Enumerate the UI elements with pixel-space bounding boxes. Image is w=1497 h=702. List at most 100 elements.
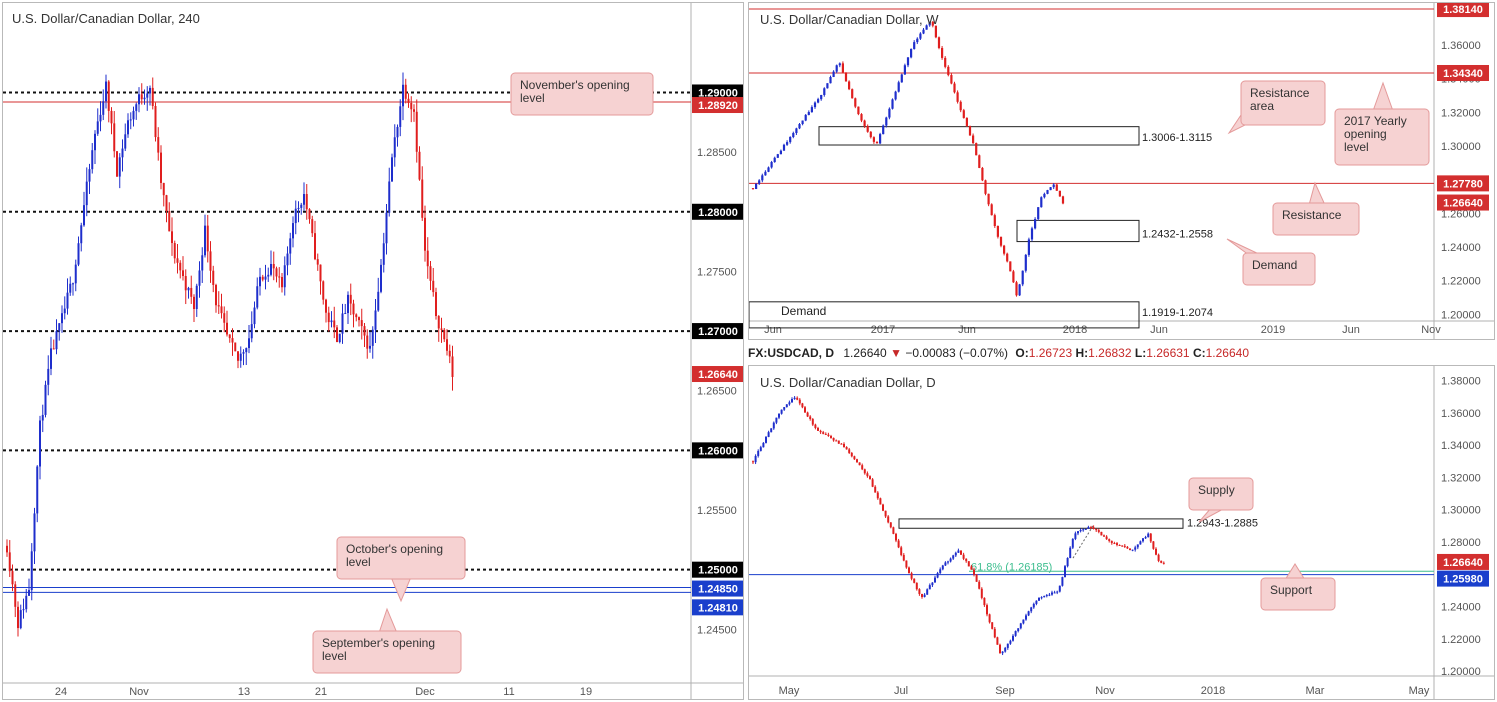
candle-body	[270, 263, 272, 275]
candle-body	[184, 276, 187, 291]
price-change: −0.00083 (−0.07%)	[905, 346, 1009, 360]
candle-body	[193, 296, 195, 309]
candle-body	[863, 469, 866, 474]
candle-body	[785, 404, 788, 408]
candle-body	[437, 316, 440, 329]
y-tick-label: 1.38000	[1441, 376, 1481, 388]
demand-low-zone-label: 1.1919-1.2074	[1142, 307, 1213, 319]
candle-body	[1012, 271, 1015, 283]
candle-body	[832, 437, 835, 441]
price-tag-12598: 1.25980	[1443, 574, 1483, 586]
candle-body	[990, 204, 993, 216]
candle-body	[856, 459, 858, 463]
weekly-chart-panel[interactable]: 1.360001.340001.320001.300001.260001.240…	[748, 2, 1495, 340]
candle-body	[74, 264, 77, 284]
candle-body	[58, 323, 61, 332]
demand-callout-text: Demand	[1252, 258, 1297, 272]
supply-zone-label: 1.2943-1.2885	[1187, 517, 1258, 529]
weekly-chart[interactable]: 1.360001.340001.320001.300001.260001.240…	[749, 3, 1494, 339]
candle-body	[921, 593, 923, 597]
candle-body	[1144, 537, 1147, 539]
candle-body	[840, 443, 843, 445]
candle-body	[923, 594, 926, 597]
candle-body	[888, 108, 891, 118]
candle-body	[879, 134, 882, 144]
candle-body	[1038, 597, 1040, 601]
candle-body	[374, 310, 377, 330]
candle-body	[69, 283, 72, 293]
candle-body	[149, 87, 151, 94]
candle-body	[377, 291, 380, 311]
candle-body	[869, 131, 872, 138]
candle-body	[826, 83, 829, 89]
candle-body	[1034, 219, 1037, 229]
daily-chart-panel[interactable]: 1.38000 1.36000 1.34000 1.32000 1.30000 1.280…	[748, 365, 1495, 700]
candle-body	[382, 243, 385, 265]
daily-info-bar: FX:USDCAD, D 1.26640 ▼ −0.00083 (−0.07%)…	[748, 342, 1249, 364]
candle-body	[931, 582, 934, 586]
candle-body	[1116, 543, 1118, 545]
candle-body	[138, 94, 140, 105]
candle-body	[1027, 239, 1030, 255]
candle-body	[823, 88, 826, 96]
candle-body	[857, 106, 860, 115]
candle-body	[443, 329, 446, 340]
candle-body	[94, 133, 96, 151]
candle-body	[915, 582, 918, 590]
resistance-area-zone-label: 1.3006-1.3115	[1142, 132, 1212, 144]
x-tick-label: 2017	[871, 324, 895, 336]
candle-body	[388, 181, 391, 213]
candle-body	[835, 65, 838, 72]
h4-chart[interactable]: 1.28500 1.27500 1.25500 1.24500 1.26500 24 Nov…	[3, 3, 743, 699]
price-tag-12664: 1.26640	[1443, 557, 1483, 569]
candle-body	[228, 334, 231, 339]
october-callout-text: level	[346, 555, 371, 569]
candle-body	[1049, 187, 1052, 191]
candle-body	[798, 399, 801, 404]
candle-body	[1147, 533, 1150, 538]
candle-body	[988, 614, 991, 623]
candle-body	[844, 72, 848, 82]
candle-body	[1014, 631, 1017, 636]
candle-body	[758, 180, 761, 184]
candle-body	[151, 87, 154, 106]
candle-body	[272, 263, 275, 269]
candle-body	[396, 126, 399, 138]
daily-chart[interactable]: 1.38000 1.36000 1.34000 1.32000 1.30000 1.280…	[749, 366, 1494, 699]
resistance-area-callout-text: Resistance	[1250, 86, 1310, 100]
candle-body	[217, 305, 220, 307]
candle-body	[215, 284, 217, 306]
candle-body	[429, 266, 432, 281]
low-value: 1.26631	[1146, 346, 1190, 360]
candle-body	[913, 42, 916, 50]
price-tag-12481: 1.24810	[698, 602, 738, 614]
candle-body	[88, 169, 91, 182]
candle-body	[1152, 541, 1155, 549]
november-callout-text: level	[520, 91, 545, 105]
candle-body	[762, 442, 765, 448]
candle-body	[872, 137, 875, 142]
h4-chart-panel[interactable]: 1.28500 1.27500 1.25500 1.24500 1.26500 24 Nov…	[2, 2, 744, 700]
candle-body	[926, 589, 929, 595]
candle-body	[198, 270, 201, 286]
candle-body	[1079, 530, 1082, 532]
candle-body	[261, 276, 264, 280]
candle-body	[944, 57, 947, 67]
change-down-icon: ▼	[890, 346, 902, 360]
x-tick-label: Jun	[1150, 324, 1168, 336]
high-label: H:	[1075, 346, 1089, 360]
candle-body	[1061, 196, 1065, 204]
candle-body	[889, 522, 892, 528]
candle-body	[957, 550, 960, 553]
close-value: 1.26640	[1205, 346, 1250, 360]
price-tag-13814: 1.38140	[1443, 4, 1483, 16]
candle-body	[160, 152, 162, 183]
candle-body	[267, 274, 270, 277]
candle-body	[231, 338, 234, 343]
candle-body	[1071, 538, 1074, 548]
candle-body	[1160, 560, 1163, 563]
support-callout-text: Support	[1270, 583, 1313, 597]
symbol-label[interactable]: FX:USDCAD, D	[748, 346, 834, 360]
candle-body	[953, 83, 956, 93]
candle-body	[402, 84, 404, 107]
